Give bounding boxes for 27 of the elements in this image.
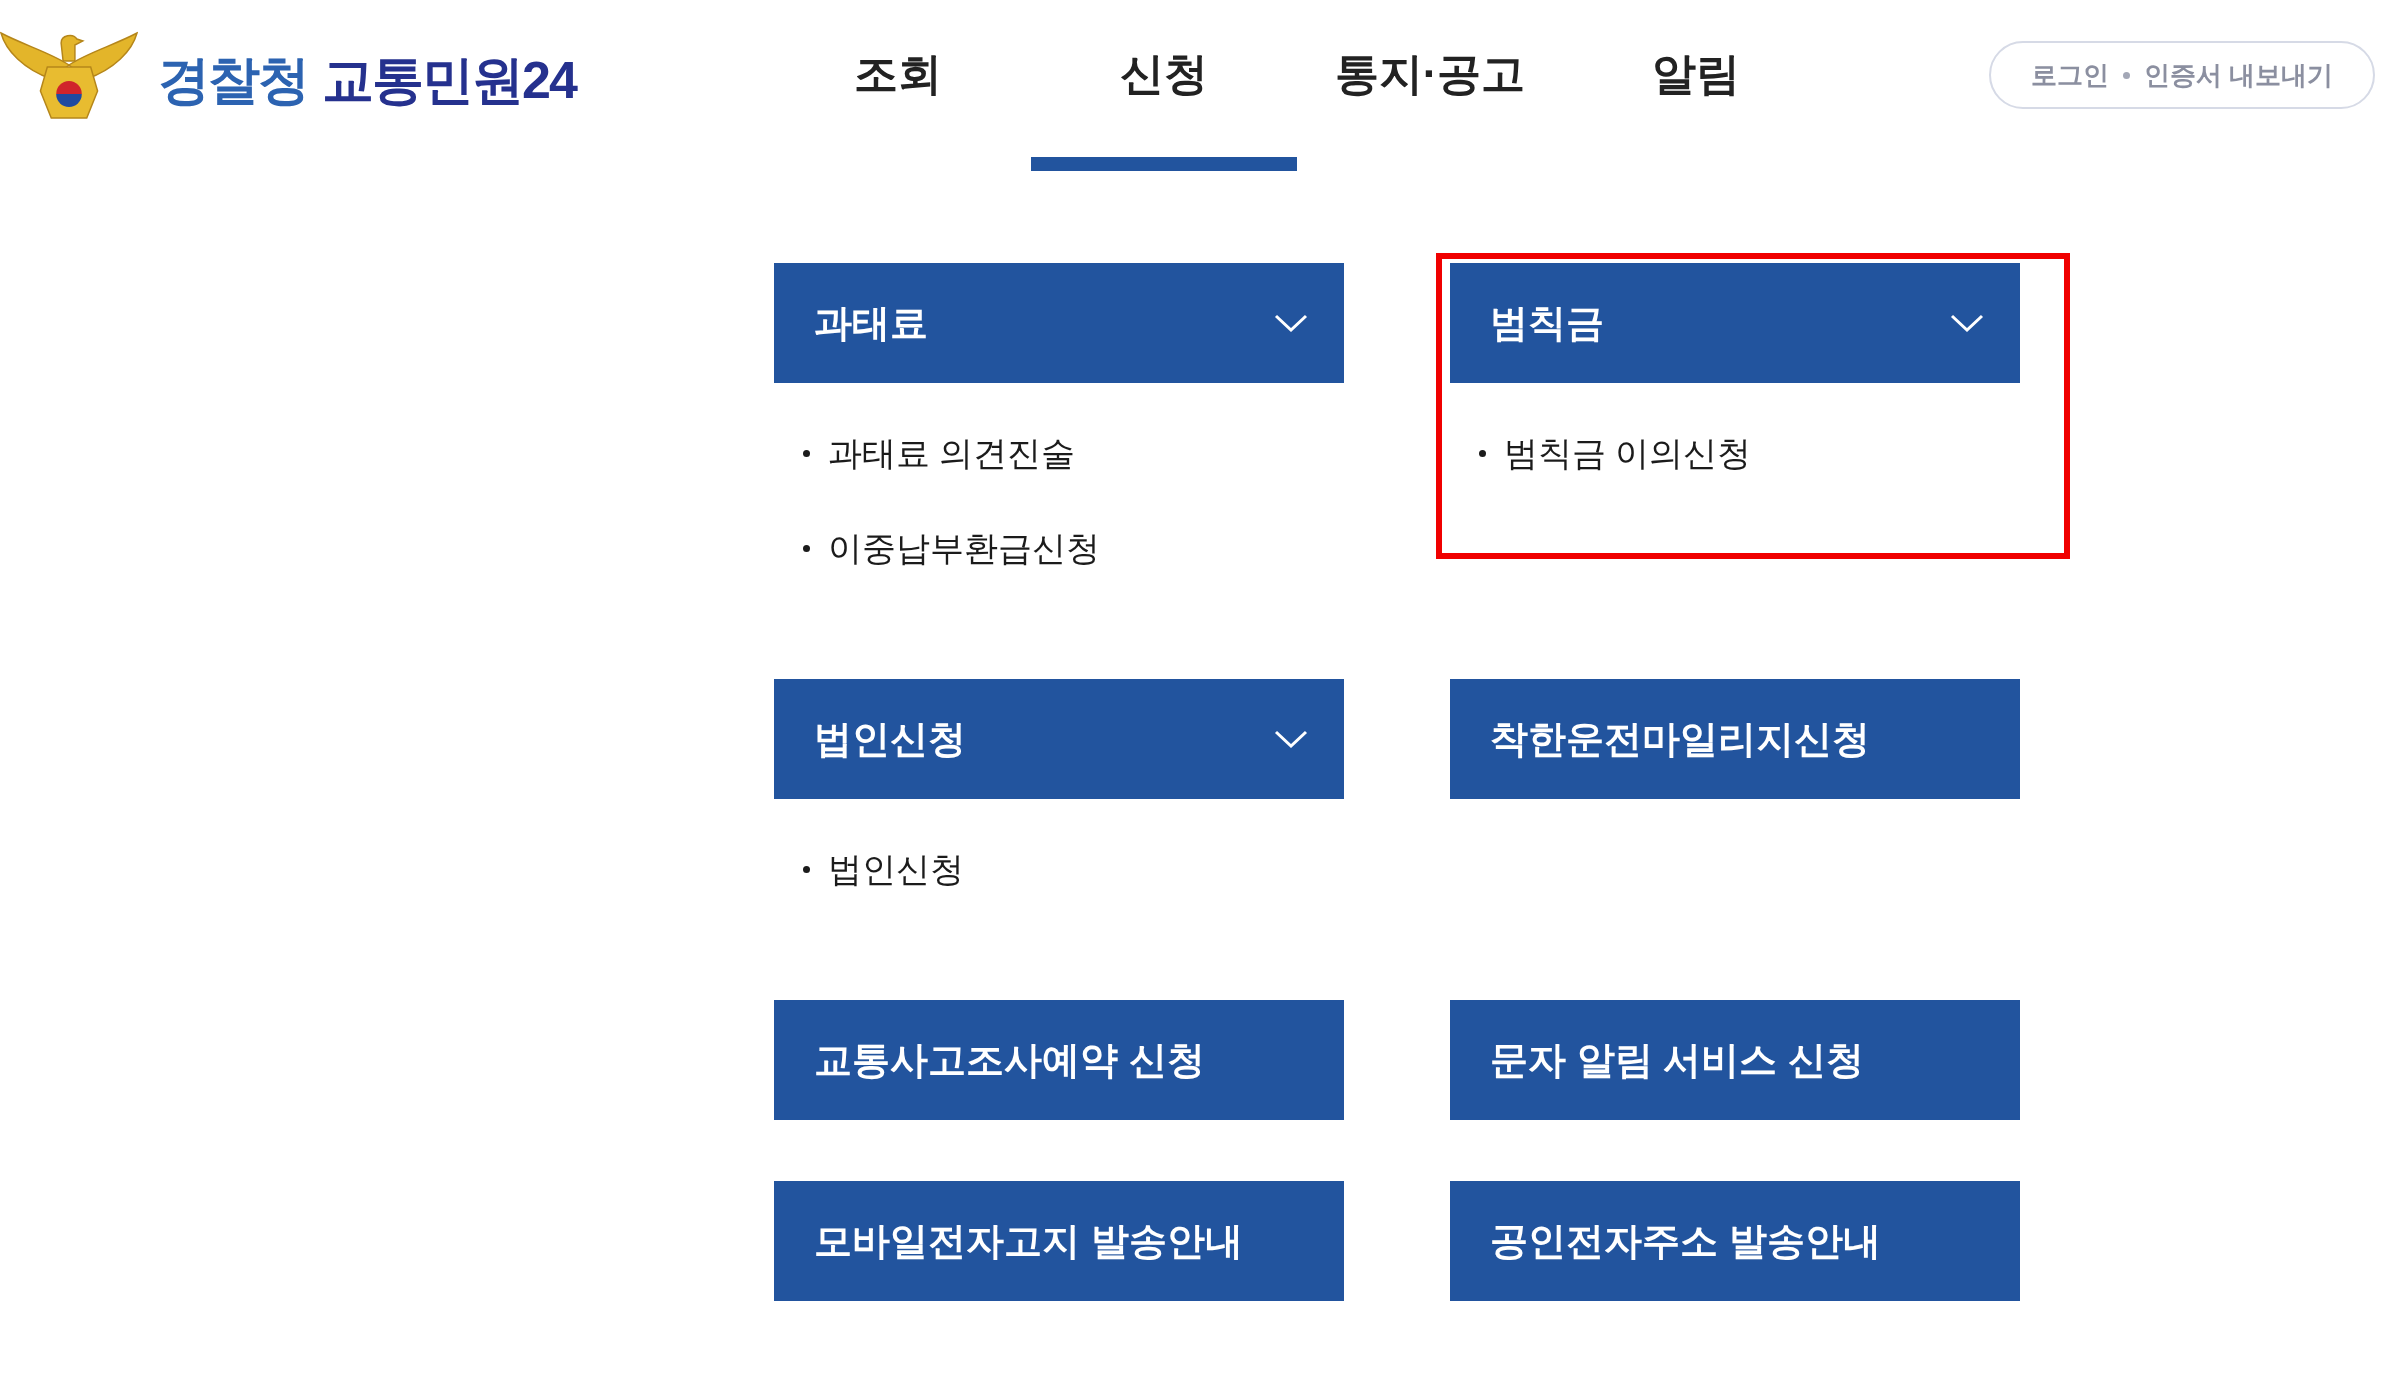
bullet-dot-icon [1479,449,1486,457]
chevron-down-icon [1274,314,1308,332]
logo-agency-name: 경찰청 [158,50,308,110]
bullet-dot-icon [803,449,810,457]
menu-link-button[interactable]: 착한운전마일리지신청 [1450,679,2020,799]
nav-tab[interactable]: 신청 [1031,0,1297,171]
category-toggle-button[interactable]: 법인신청 [774,679,1344,799]
submenu-link[interactable]: 법인신청 [828,847,964,891]
nav-tab[interactable]: 통지·공고 [1297,0,1563,171]
eagle-emblem-icon [0,31,138,119]
bullet-dot-icon [803,544,810,552]
category-toggle-button[interactable]: 과태료 [774,263,1344,383]
submenu-link[interactable]: 이중납부환급신청 [828,526,1100,570]
menu-link-button[interactable]: 공인전자주소 발송안내 [1450,1181,2020,1301]
menu-link-button[interactable]: 교통사고조사예약 신청 [774,1000,1344,1120]
submenu-link[interactable]: 범칙금 이의신청 [1504,431,1752,475]
separator-dot-icon [2123,71,2130,79]
chevron-down-icon [1950,314,1984,332]
menu-link-button[interactable]: 문자 알림 서비스 신청 [1450,1000,2020,1120]
category-toggle-button[interactable]: 범칙금 [1450,263,2020,383]
nav-tab[interactable]: 알림 [1563,0,1829,171]
chevron-down-icon [1274,730,1308,748]
submenu-link[interactable]: 과태료 의견진술 [828,431,1076,475]
bullet-dot-icon [803,865,810,873]
menu-link-button[interactable]: 모바일전자고지 발송안내 [774,1181,1344,1301]
nav-tab[interactable]: 조회 [765,0,1031,171]
logo-service-name: 교통민원24 [322,50,576,110]
